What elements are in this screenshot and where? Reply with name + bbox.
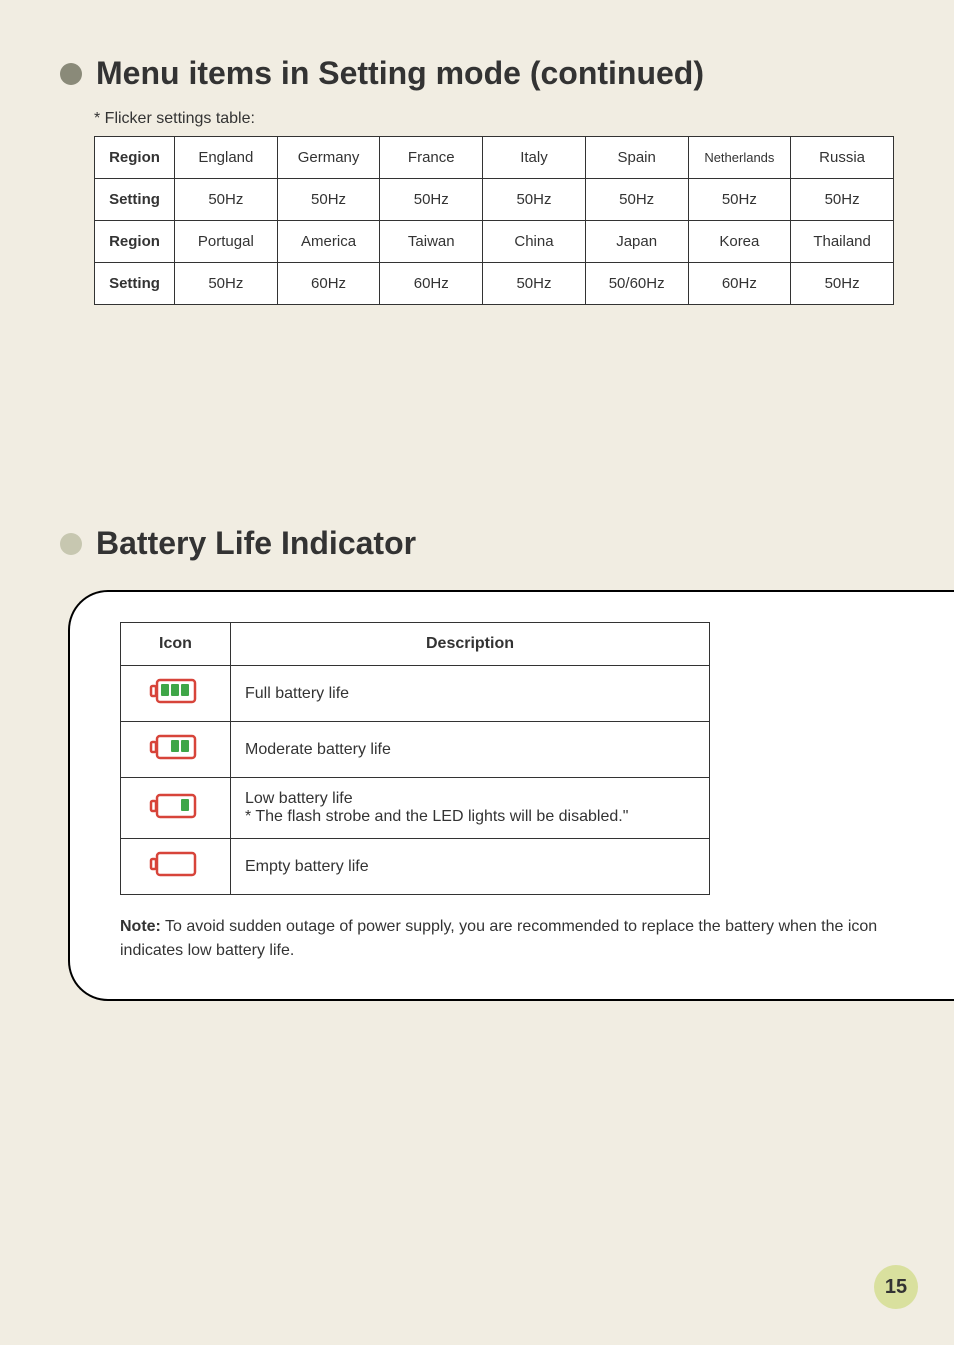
battery-icon-cell — [121, 839, 231, 895]
flicker-region-cell: Russia — [791, 137, 894, 179]
flicker-region-cell: Germany — [277, 137, 380, 179]
battery-desc-cell: Low battery life * The flash strobe and … — [231, 778, 710, 839]
bullet-icon — [60, 533, 82, 555]
page-number: 15 — [874, 1265, 918, 1309]
battery-header-desc: Description — [231, 623, 710, 666]
battery-icon-cell — [121, 666, 231, 722]
flicker-setting-cell: 60Hz — [277, 263, 380, 305]
flicker-setting-cell: 60Hz — [380, 263, 483, 305]
flicker-setting-cell: 50Hz — [483, 179, 586, 221]
flicker-setting-cell: 50Hz — [380, 179, 483, 221]
battery-icon-cell — [121, 722, 231, 778]
battery-header-icon: Icon — [121, 623, 231, 666]
note-text: Note: To avoid sudden outage of power su… — [120, 915, 894, 963]
battery-icon — [149, 793, 203, 819]
note-body: To avoid sudden outage of power supply, … — [120, 918, 877, 959]
battery-table: Icon Description Full battery life Moder… — [120, 622, 710, 895]
battery-icon — [149, 678, 203, 704]
flicker-region-cell: Netherlands — [688, 137, 791, 179]
flicker-region-cell: England — [175, 137, 278, 179]
flicker-setting-cell: 50Hz — [175, 263, 278, 305]
flicker-region-cell: Korea — [688, 221, 791, 263]
flicker-region-cell: Spain — [585, 137, 688, 179]
flicker-setting-cell: 50Hz — [791, 179, 894, 221]
flicker-region-cell: Taiwan — [380, 221, 483, 263]
flicker-setting-cell: 50Hz — [585, 179, 688, 221]
battery-icon-cell — [121, 778, 231, 839]
flicker-region-cell: France — [380, 137, 483, 179]
heading-battery: Battery Life Indicator — [96, 525, 416, 562]
flicker-setting-cell: 50Hz — [483, 263, 586, 305]
battery-icon — [149, 734, 203, 760]
flicker-setting-cell: 50Hz — [175, 179, 278, 221]
flicker-row-label-setting: Setting — [95, 179, 175, 221]
heading-menu-items: Menu items in Setting mode (continued) — [96, 55, 704, 92]
section-heading-1: Menu items in Setting mode (continued) — [60, 55, 894, 92]
flicker-region-cell: Japan — [585, 221, 688, 263]
battery-desc-cell: Moderate battery life — [231, 722, 710, 778]
flicker-setting-cell: 50Hz — [688, 179, 791, 221]
battery-desc-cell: Full battery life — [231, 666, 710, 722]
flicker-setting-cell: 60Hz — [688, 263, 791, 305]
flicker-region-cell: America — [277, 221, 380, 263]
flicker-setting-cell: 50/60Hz — [585, 263, 688, 305]
flicker-row-label-region: Region — [95, 137, 175, 179]
battery-panel: Icon Description Full battery life Moder… — [68, 590, 954, 1001]
flicker-region-cell: Italy — [483, 137, 586, 179]
flicker-region-cell: Thailand — [791, 221, 894, 263]
note-label: Note: — [120, 918, 161, 935]
flicker-table: RegionEnglandGermanyFranceItalySpainNeth… — [94, 136, 894, 305]
flicker-setting-cell: 50Hz — [277, 179, 380, 221]
section-heading-2: Battery Life Indicator — [60, 525, 894, 562]
flicker-row-label-setting: Setting — [95, 263, 175, 305]
flicker-caption: * Flicker settings table: — [94, 110, 894, 128]
flicker-region-cell: China — [483, 221, 586, 263]
battery-icon — [149, 851, 203, 877]
flicker-setting-cell: 50Hz — [791, 263, 894, 305]
flicker-region-cell: Portugal — [175, 221, 278, 263]
battery-desc-cell: Empty battery life — [231, 839, 710, 895]
bullet-icon — [60, 63, 82, 85]
flicker-row-label-region: Region — [95, 221, 175, 263]
